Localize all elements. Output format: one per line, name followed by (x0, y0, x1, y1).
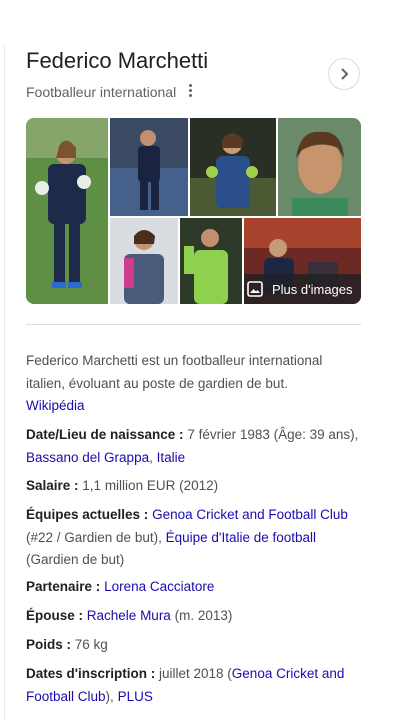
fact-teams-role2: (Gardien de but) (26, 552, 125, 567)
entity-title: Federico Marchetti (26, 48, 209, 73)
fact-birth-label: Date/Lieu de naissance : (26, 427, 184, 442)
photo-6[interactable] (180, 218, 242, 304)
more-images-label: Plus d'images (272, 282, 353, 297)
chevron-right-icon (341, 68, 349, 80)
country-link[interactable]: Italie (157, 450, 186, 465)
fact-salary-label: Salaire : (26, 478, 79, 493)
fact-birth-value: 7 février 1983 (Âge: 39 ans), (187, 427, 359, 442)
fact-teams-role: (#22 / Gardien de but), (26, 529, 162, 545)
fact-spouse-value: (m. 2013) (174, 608, 233, 623)
photo-3[interactable] (190, 118, 276, 216)
more-link[interactable]: PLUS (118, 689, 153, 704)
wikipedia-link[interactable]: Wikipédia (26, 398, 85, 413)
fact-partner-label: Partenaire : (26, 579, 101, 594)
photo-4[interactable] (278, 118, 361, 216)
fact-salary: Salaire : 1,1 million EUR (2012) (26, 475, 366, 498)
more-images-button[interactable]: Plus d'images (244, 274, 361, 304)
fact-salary-value: 1,1 million EUR (2012) (82, 478, 219, 493)
section-divider (26, 324, 361, 325)
panel-left-border (4, 44, 5, 720)
birthplace-link[interactable]: Bassano del Grappa (26, 450, 149, 465)
photo-2[interactable] (110, 118, 188, 216)
fact-teams: Équipes actuelles : Genoa Cricket and Fo… (26, 504, 366, 572)
fact-signing: Dates d'inscription : juillet 2018 (Geno… (26, 663, 366, 708)
fact-signing-separator: ), (105, 688, 114, 704)
fact-teams-label: Équipes actuelles : (26, 507, 149, 522)
image-icon (247, 281, 263, 297)
fact-weight-value: 76 kg (74, 637, 108, 652)
fact-birth: Date/Lieu de naissance : 7 février 1983 … (26, 424, 366, 469)
fact-weight-label: Poids : (26, 637, 72, 652)
genoa-link[interactable]: Genoa Cricket and Football Club (152, 507, 348, 522)
fact-signing-label: Dates d'inscription : (26, 666, 156, 681)
spouse-link[interactable]: Rachele Mura (87, 608, 171, 623)
description: Federico Marchetti est un footballeur in… (26, 350, 356, 418)
next-button[interactable] (328, 58, 360, 90)
fact-partner: Partenaire : Lorena Cacciatore (26, 576, 366, 599)
italy-team-link[interactable]: Équipe d'Italie de football (166, 530, 316, 545)
entity-subtitle: Footballeur international (26, 84, 177, 100)
fact-signing-value: juillet 2018 ( (159, 666, 232, 681)
vertical-dots-icon[interactable] (184, 82, 196, 98)
fact-birth-separator: , (149, 449, 153, 465)
photo-5[interactable] (110, 218, 178, 304)
photo-1[interactable] (26, 118, 108, 304)
fact-weight: Poids : 76 kg (26, 634, 366, 657)
partner-link[interactable]: Lorena Cacciatore (104, 579, 214, 594)
description-text: Federico Marchetti est un footballeur in… (26, 353, 323, 391)
fact-spouse-label: Épouse : (26, 608, 84, 623)
fact-spouse: Épouse : Rachele Mura (m. 2013) (26, 605, 366, 628)
